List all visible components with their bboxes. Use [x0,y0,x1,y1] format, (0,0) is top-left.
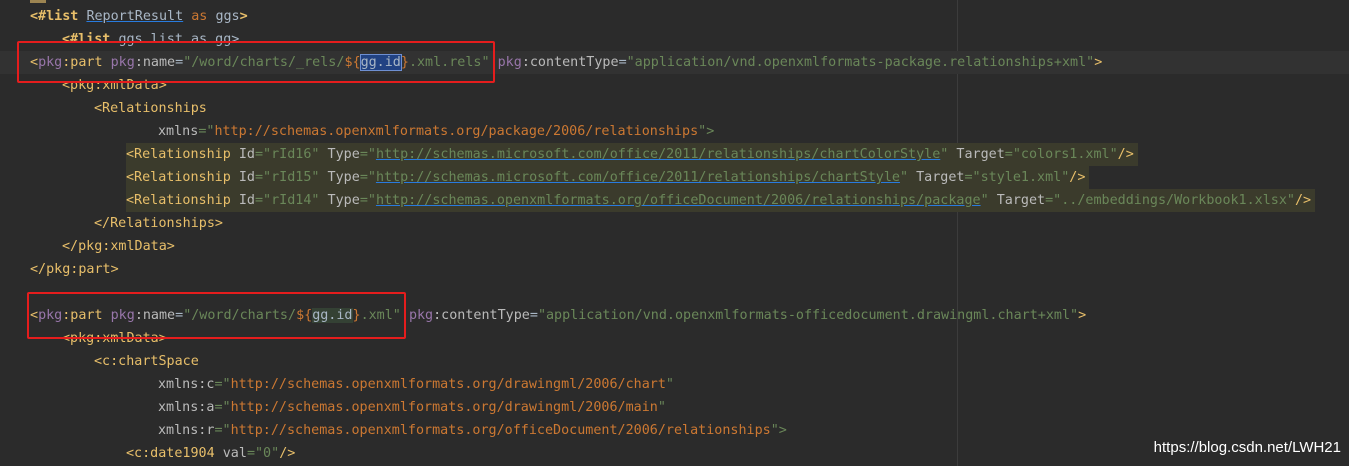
attr-value: =" [214,400,231,415]
attr-name: Type [319,147,360,162]
attr-name: Target [948,147,1005,162]
attr-value: =" [214,377,231,392]
attr-value: ="colors1.xml" [1004,147,1118,162]
namespace-url[interactable]: http://schemas.openxmlformats.org/packag… [214,124,698,139]
attr-name: Id [230,170,255,185]
tag-bracket: /> [279,446,296,461]
annotation-box-chart [27,292,406,339]
tag-name: <Relationship [126,147,231,162]
attr-name: Target [908,170,965,185]
attr-value: =" [359,170,376,185]
attr-name: xmlns:r [158,423,215,438]
attr-name: Type [319,170,360,185]
attr-name: xmlns:a [158,400,215,415]
link-url[interactable]: http://schemas.microsoft.com/office/2011… [376,147,940,162]
attr-value: ="../embeddings/Workbook1.xlsx" [1045,193,1295,208]
attr-value: " [657,400,666,415]
attr-value: =" [359,193,376,208]
namespace-url[interactable]: http://schemas.openxmlformats.org/drawin… [231,377,666,392]
attr-value: =" [359,147,376,162]
namespace-url[interactable]: http://schemas.openxmlformats.org/drawin… [231,400,658,415]
attr-value: ="rId14" [255,193,320,208]
code-line-18[interactable]: xmlns:a="http://schemas.openxmlformats.o… [158,396,666,419]
attr-name: xmlns [158,124,199,139]
link-url[interactable]: http://schemas.openxmlformats.org/office… [376,193,981,208]
namespace-url[interactable]: http://schemas.openxmlformats.org/office… [231,423,771,438]
code-line-10[interactable]: </Relationships> [94,212,223,235]
attr-value: ="rId15" [255,170,320,185]
ftl-var: ReportResult [86,9,184,24]
ftl-as: as [191,9,208,24]
code-line-16[interactable]: <c:chartSpace [94,350,199,373]
code-line-7[interactable]: <Relationship Id="rId16" Type="http://sc… [126,143,1138,166]
tag-bracket: > [1094,55,1103,70]
code-line-9[interactable]: <Relationship Id="rId14" Type="http://sc… [126,189,1316,212]
tag-bracket: /> [1117,147,1134,162]
attr-value: " [899,170,909,185]
attr-value: ="style1.xml" [964,170,1070,185]
scrolled-line-fragment [30,0,46,3]
code-line-20[interactable]: <c:date1904 val="0"/> [126,442,295,465]
code-line-1[interactable]: <#list ReportResult as ggs> [30,5,248,28]
annotation-box-rels [17,41,495,83]
attr-value: "> [770,423,787,438]
attr-value: "> [698,124,715,139]
ftl-var: ggs [215,9,240,24]
code-line-17[interactable]: xmlns:c="http://schemas.openxmlformats.o… [158,373,674,396]
attr-value: ="rId16" [255,147,320,162]
attr-value: =" [198,124,215,139]
tag-name: <Relationship [126,170,231,185]
code-line-11[interactable]: </pkg:xmlData> [62,235,175,258]
code-line-19[interactable]: xmlns:r="http://schemas.openxmlformats.o… [158,419,787,442]
tag-name: <c:date1904 [126,446,215,461]
attr-name: :contentType [521,55,619,70]
code-line-8[interactable]: <Relationship Id="rId15" Type="http://sc… [126,166,1090,189]
attr-name: Id [230,193,255,208]
attr-name: Type [319,193,360,208]
attr-value: "application/vnd.openxmlformats-package.… [626,55,1095,70]
tag-bracket: /> [1295,193,1312,208]
attr-value: ="0" [246,446,280,461]
watermark: https://blog.csdn.net/LWH21 [1153,439,1341,456]
code-editor[interactable]: <#list ReportResult as ggs> <#list ggs.l… [0,0,1349,466]
attr-name: Id [230,147,255,162]
code-line-5[interactable]: <Relationships [94,97,207,120]
ftl-bracket: > [239,9,248,24]
attr-name: val [214,446,247,461]
tag-bracket: /> [1069,170,1086,185]
ns-prefix: pkg [497,55,522,70]
code-line-12[interactable]: </pkg:part> [30,258,119,281]
link-url[interactable]: http://schemas.microsoft.com/office/2011… [376,170,900,185]
ns-prefix: pkg [408,308,434,323]
attr-name: :contentType [433,308,530,323]
attr-value: " [665,377,674,392]
attr-value: =" [214,423,231,438]
attr-value: "application/vnd.openxmlformats-officedo… [537,308,1079,323]
attr-value: " [980,193,989,208]
tag-name: <Relationship [126,193,231,208]
attr-name: Target [988,193,1046,208]
ftl-list-directive: <#list [30,9,79,24]
attr-name: xmlns:c [158,377,215,392]
tag-bracket: > [1078,308,1087,323]
code-line-6[interactable]: xmlns="http://schemas.openxmlformats.org… [158,120,714,143]
